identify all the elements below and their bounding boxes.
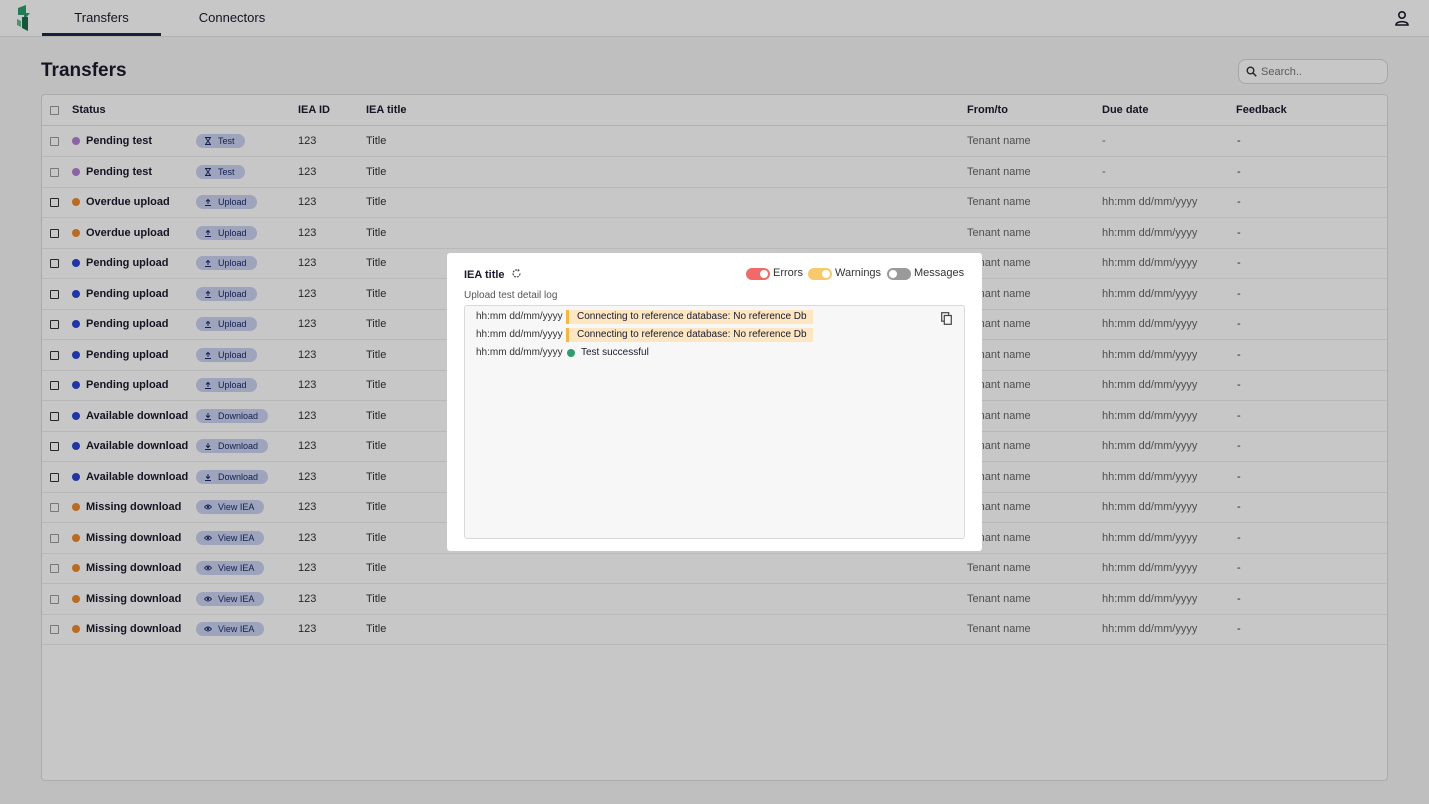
copy-icon[interactable] <box>941 312 952 325</box>
errors-toggle-label: Errors <box>773 267 803 279</box>
log-warning-message: Connecting to reference database: No ref… <box>566 328 813 342</box>
errors-toggle[interactable] <box>746 268 770 280</box>
log-box[interactable]: hh:mm dd/mm/yyyy Connecting to reference… <box>464 305 965 539</box>
log-label: Upload test detail log <box>464 290 558 301</box>
messages-toggle[interactable] <box>887 268 911 280</box>
warnings-toggle-group[interactable]: Warnings <box>808 267 884 281</box>
log-success-message: Test successful <box>581 347 649 358</box>
log-time: hh:mm dd/mm/yyyy <box>476 347 563 358</box>
log-modal: IEA title Errors Warnings Messages Uploa… <box>447 253 982 551</box>
log-warning-message: Connecting to reference database: No ref… <box>566 310 813 324</box>
errors-toggle-group[interactable]: Errors <box>746 267 806 281</box>
success-dot-icon <box>567 349 575 357</box>
modal-title: IEA title <box>464 269 505 281</box>
messages-toggle-label: Messages <box>914 267 965 279</box>
log-time: hh:mm dd/mm/yyyy <box>476 329 563 340</box>
messages-toggle-group[interactable]: Messages <box>887 267 967 281</box>
warnings-toggle[interactable] <box>808 268 832 280</box>
refresh-icon[interactable] <box>511 268 522 279</box>
warnings-toggle-label: Warnings <box>835 267 882 279</box>
log-time: hh:mm dd/mm/yyyy <box>476 311 563 322</box>
